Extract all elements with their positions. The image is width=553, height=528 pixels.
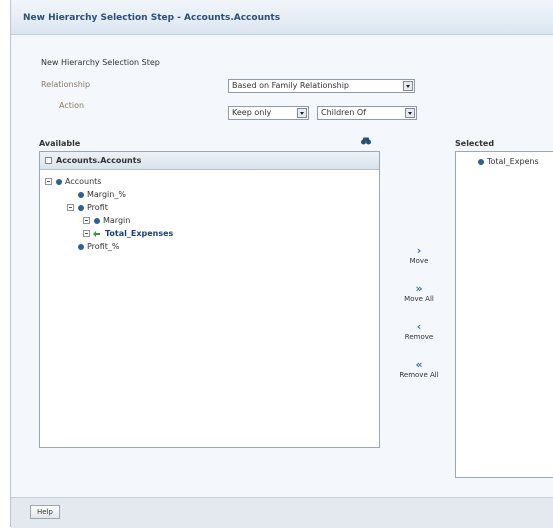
help-button[interactable]: Help bbox=[30, 505, 60, 519]
relationship-select[interactable]: Based on Family Relationship bbox=[228, 79, 415, 93]
collapse-icon[interactable] bbox=[45, 157, 52, 164]
selected-item[interactable]: Total_Expens bbox=[478, 156, 539, 168]
move-all-icon: » bbox=[415, 282, 423, 295]
available-panel: Accounts.Accounts Accounts Margin_% Profit… bbox=[39, 151, 380, 448]
action-label: Action bbox=[59, 101, 85, 110]
action-target-select[interactable]: Children Of bbox=[317, 106, 417, 120]
hierarchy-selection-dialog: New Hierarchy Selection Step - Accounts.… bbox=[10, 0, 553, 528]
member-icon bbox=[94, 217, 100, 224]
tree-item[interactable]: Accounts bbox=[45, 176, 101, 188]
tree-item-label: Margin bbox=[103, 216, 131, 225]
chevron-down-icon bbox=[405, 108, 415, 118]
dialog-footer: Help bbox=[11, 497, 553, 528]
relationship-label: Relationship bbox=[41, 80, 91, 89]
tree-item-label: Total_Expenses bbox=[105, 229, 174, 238]
move-all-label: Move All bbox=[404, 295, 434, 303]
dialog-titlebar: New Hierarchy Selection Step - Accounts.… bbox=[11, 0, 553, 35]
available-label: Available bbox=[39, 139, 81, 148]
expand-toggle-icon[interactable] bbox=[83, 230, 90, 237]
available-panel-title: Accounts.Accounts bbox=[56, 156, 142, 165]
expand-toggle-icon[interactable] bbox=[45, 178, 52, 185]
tree-item[interactable]: Margin_% bbox=[78, 189, 126, 201]
move-button[interactable]: › Move bbox=[397, 244, 441, 265]
expand-toggle-icon[interactable] bbox=[83, 217, 90, 224]
member-icon bbox=[78, 204, 84, 211]
tree-item-label: Margin_% bbox=[87, 190, 126, 199]
action-target-value: Children Of bbox=[321, 108, 366, 117]
tree-item-label: Profit bbox=[87, 203, 108, 212]
step-label: New Hierarchy Selection Step bbox=[41, 58, 160, 67]
selected-label: Selected bbox=[455, 139, 495, 148]
available-panel-header: Accounts.Accounts bbox=[40, 152, 379, 170]
tree-item[interactable]: Total_Expenses bbox=[83, 228, 173, 240]
member-icon bbox=[78, 191, 84, 198]
member-icon bbox=[478, 158, 484, 165]
search-icon[interactable] bbox=[361, 137, 371, 145]
tree-item[interactable]: Profit bbox=[67, 202, 108, 214]
remove-icon: ‹ bbox=[416, 320, 422, 333]
member-icon bbox=[78, 243, 84, 250]
tree-item[interactable]: Profit_% bbox=[78, 241, 119, 253]
relationship-value: Based on Family Relationship bbox=[232, 81, 350, 90]
remove-label: Remove bbox=[404, 333, 434, 341]
remove-all-button[interactable]: « Remove All bbox=[397, 358, 441, 379]
tree-item[interactable]: Margin bbox=[83, 215, 130, 227]
selected-arrow-icon bbox=[93, 230, 102, 237]
remove-all-icon: « bbox=[415, 358, 423, 371]
chevron-down-icon bbox=[297, 108, 307, 118]
remove-all-label: Remove All bbox=[399, 371, 439, 379]
tree-item-label: Profit_% bbox=[87, 242, 120, 251]
move-all-button[interactable]: » Move All bbox=[397, 282, 441, 303]
chevron-down-icon bbox=[403, 81, 413, 91]
move-label: Move bbox=[409, 257, 429, 265]
selected-item-label: Total_Expens bbox=[487, 157, 539, 166]
move-icon: › bbox=[416, 244, 422, 257]
member-icon bbox=[56, 178, 62, 185]
dialog-title: New Hierarchy Selection Step - Accounts.… bbox=[23, 13, 281, 23]
action-select[interactable]: Keep only bbox=[228, 106, 309, 120]
selected-panel: Total_Expens bbox=[455, 151, 553, 478]
tree-item-label: Accounts bbox=[65, 177, 102, 186]
action-value: Keep only bbox=[232, 108, 272, 117]
expand-toggle-icon[interactable] bbox=[67, 204, 74, 211]
remove-button[interactable]: ‹ Remove bbox=[397, 320, 441, 341]
